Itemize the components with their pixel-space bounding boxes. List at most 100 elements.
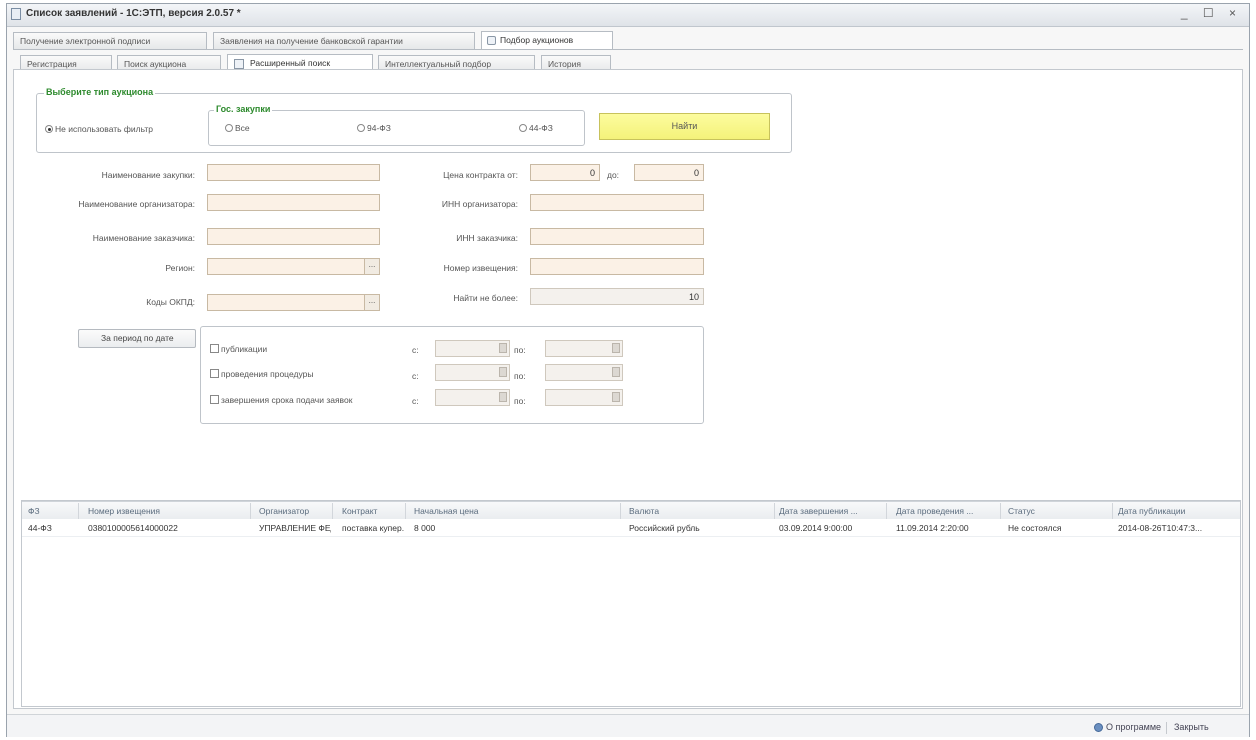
find-button[interactable]: Найти	[599, 113, 770, 140]
tab-label: Получение электронной подписи	[20, 36, 151, 46]
calendar-icon[interactable]	[612, 392, 620, 402]
customer-name-field[interactable]	[207, 228, 380, 245]
region-picker-button[interactable]: ...	[364, 259, 379, 274]
deadline-from-label: с:	[412, 396, 419, 406]
column-header[interactable]: Статус	[1008, 506, 1108, 516]
price-to-field[interactable]: 0	[634, 164, 704, 181]
publication-to-field[interactable]	[545, 340, 623, 357]
organizer-inn-label: ИНН организатора:	[441, 199, 518, 209]
calendar-icon[interactable]	[499, 367, 507, 377]
publication-label: публикации	[221, 344, 268, 354]
period-by-date-button[interactable]: За период по дате	[78, 329, 196, 348]
column-divider[interactable]	[405, 503, 406, 519]
publication-from-label: с:	[412, 345, 419, 355]
table-header: ФЗ Номер извещения Организатор Контракт …	[22, 501, 1240, 521]
column-divider[interactable]	[332, 503, 333, 519]
window-title: Список заявлений - 1С:ЭТП, версия 2.0.57…	[26, 8, 241, 19]
region-label: Регион:	[165, 263, 195, 273]
procedure-label: проведения процедуры	[221, 369, 314, 379]
procedure-to-label: по:	[514, 371, 526, 381]
radio-94fz-label: 94-ФЗ	[367, 123, 391, 133]
column-header[interactable]: Валюта	[629, 506, 769, 516]
no-filter-radio[interactable]	[45, 125, 53, 133]
publication-checkbox[interactable]	[210, 344, 219, 353]
deadline-to-field[interactable]	[545, 389, 623, 406]
table-cell: 44-ФЗ	[28, 523, 52, 533]
tab-label: История	[548, 59, 581, 69]
table-search-icon	[234, 59, 244, 69]
column-divider[interactable]	[250, 503, 251, 519]
column-divider[interactable]	[78, 503, 79, 519]
notice-number-field[interactable]	[530, 258, 704, 275]
max-results-field[interactable]: 10	[530, 288, 704, 305]
radio-44fz-label: 44-ФЗ	[529, 123, 553, 133]
purchase-name-field[interactable]	[207, 164, 380, 181]
okpd-picker-button[interactable]: ...	[364, 295, 379, 310]
table-row[interactable]: 44-ФЗ 0380100005614000022 УПРАВЛЕНИЕ ФЕД…	[22, 519, 1240, 537]
close-link[interactable]: Закрыть	[1174, 722, 1209, 732]
table-cell: 8 000	[414, 523, 436, 533]
price-from-field[interactable]: 0	[530, 164, 600, 181]
calendar-icon[interactable]	[612, 367, 620, 377]
tab-bank-guarantee[interactable]: Заявления на получение банковской гарант…	[213, 32, 475, 49]
column-header[interactable]: Контракт	[342, 506, 402, 516]
max-results-label: Найти не более:	[453, 293, 518, 303]
table-cell: 11.09.2014 2:20:00	[896, 523, 969, 533]
column-divider[interactable]	[1000, 503, 1001, 519]
table-cell: УПРАВЛЕНИЕ ФЕДЕ...	[259, 523, 331, 533]
region-field[interactable]: ...	[207, 258, 380, 275]
procedure-checkbox[interactable]	[210, 369, 219, 378]
help-icon	[1094, 723, 1103, 732]
gos-purchases-title: Гос. закупки	[214, 104, 273, 114]
calendar-icon[interactable]	[499, 392, 507, 402]
column-header[interactable]: Дата завершения ...	[779, 506, 879, 516]
column-divider[interactable]	[1112, 503, 1113, 519]
table-cell: Российский рубль	[629, 523, 700, 533]
column-header[interactable]: Дата публикации	[1118, 506, 1233, 516]
purchase-name-label: Наименование закупки:	[101, 170, 195, 180]
column-header[interactable]: ФЗ	[28, 506, 78, 516]
column-header[interactable]: Организатор	[259, 506, 329, 516]
column-divider[interactable]	[774, 503, 775, 519]
procedure-to-field[interactable]	[545, 364, 623, 381]
column-divider[interactable]	[620, 503, 621, 519]
calendar-icon[interactable]	[612, 343, 620, 353]
auction-type-title: Выберите тип аукциона	[44, 87, 156, 97]
publication-from-field[interactable]	[435, 340, 510, 357]
price-from-label: Цена контракта от:	[443, 170, 518, 180]
organizer-inn-field[interactable]	[530, 194, 704, 211]
tab-auction-selection[interactable]: Подбор аукционов	[481, 31, 613, 50]
tab-electronic-signature[interactable]: Получение электронной подписи	[13, 32, 207, 49]
okpd-label: Коды ОКПД:	[146, 297, 195, 307]
procedure-from-label: с:	[412, 371, 419, 381]
tab-label: Регистрация	[27, 59, 77, 69]
deadline-from-field[interactable]	[435, 389, 510, 406]
table-cell: 0380100005614000022	[88, 523, 178, 533]
column-header[interactable]: Дата проведения ...	[896, 506, 996, 516]
column-header[interactable]: Начальная цена	[414, 506, 524, 516]
table-cell: 2014-08-26T10:47:3...	[1118, 523, 1203, 533]
deadline-checkbox[interactable]	[210, 395, 219, 404]
customer-inn-field[interactable]	[530, 228, 704, 245]
radio-all-label: Все	[235, 123, 250, 133]
deadline-label: завершения срока подачи заявок	[221, 395, 353, 405]
about-program-link[interactable]: О программе	[1106, 722, 1161, 732]
tab-label: Подбор аукционов	[500, 35, 574, 45]
tab-label: Интеллектуальный подбор	[385, 59, 492, 69]
radio-all[interactable]	[225, 124, 233, 132]
price-to-label: до:	[607, 170, 620, 180]
column-header[interactable]: Номер извещения	[88, 506, 248, 516]
organizer-name-field[interactable]	[207, 194, 380, 211]
procedure-from-field[interactable]	[435, 364, 510, 381]
tab-label: Расширенный поиск	[250, 58, 331, 68]
notice-number-label: Номер извещения:	[443, 263, 518, 273]
tab-label: Заявления на получение банковской гарант…	[220, 36, 403, 46]
table-cell: поставка купер...	[342, 523, 404, 533]
calendar-icon[interactable]	[499, 343, 507, 353]
radio-44fz[interactable]	[519, 124, 527, 132]
column-divider[interactable]	[886, 503, 887, 519]
okpd-field[interactable]: ...	[207, 294, 380, 311]
radio-94fz[interactable]	[357, 124, 365, 132]
window-controls[interactable]: _ ☐ ×	[1181, 6, 1242, 20]
tab-label: Поиск аукциона	[124, 59, 187, 69]
